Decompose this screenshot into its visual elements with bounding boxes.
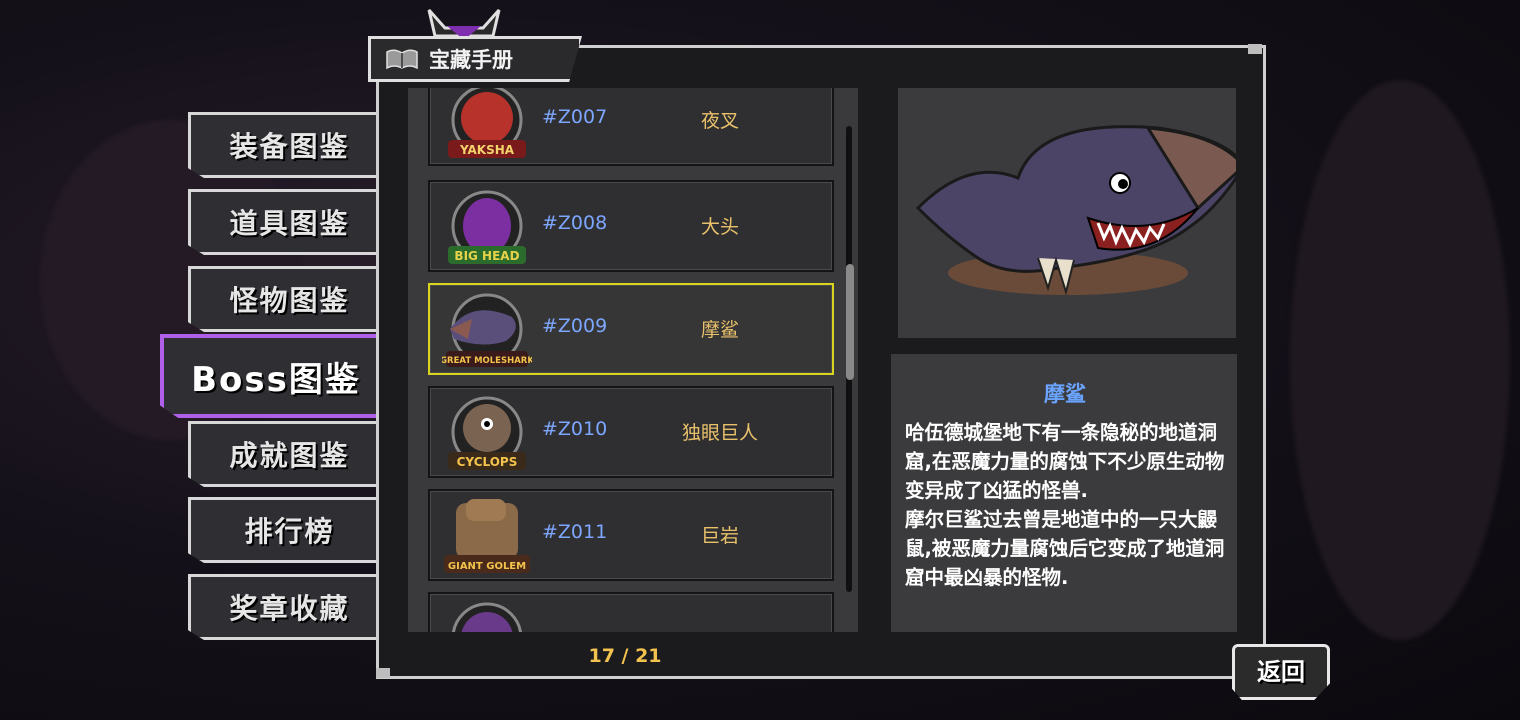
great-moleshark-illustration-icon: [915, 125, 1247, 296]
boss-code: #Z011: [542, 521, 608, 543]
boss-detail-name: 摩鲨: [1044, 382, 1086, 406]
panel-title-tab: 宝藏手册: [368, 36, 582, 82]
panel-corner-bolt: [376, 668, 390, 678]
svg-text:BIG HEAD: BIG HEAD: [454, 249, 519, 263]
description-paragraph: 摩尔巨鲨过去曾是地道中的一只大鼹鼠,被恶魔力量腐蚀后它变成了地道洞窟中最凶暴的怪…: [905, 508, 1225, 589]
list-item[interactable]: GIANT GOLEM #Z011 巨岩: [428, 489, 834, 581]
list-item[interactable]: BIG HEAD #Z008 大头: [428, 180, 834, 272]
svg-text:GREAT MOLESHARK: GREAT MOLESHARK: [442, 356, 532, 366]
tab-equipment-codex[interactable]: 装备图鉴: [188, 112, 388, 178]
boss-code: #Z009: [542, 315, 608, 337]
back-button-label: 返回: [1257, 657, 1305, 686]
boss-list[interactable]: YAKSHA #Z007 夜叉 BIG HEAD #Z008 大头 GREAT …: [408, 88, 858, 632]
description-paragraph: 哈伍德城堡地下有一条隐秘的地道洞窟,在恶魔力量的腐蚀下不少原生动物变异成了凶猛的…: [905, 421, 1225, 502]
list-item[interactable]: [428, 592, 834, 632]
list-scrollbar-thumb[interactable]: [846, 264, 854, 380]
open-book-icon: [386, 49, 418, 70]
panel-title: 宝藏手册: [429, 48, 513, 72]
tab-achievement-codex[interactable]: 成就图鉴: [188, 421, 388, 487]
cyclops-portrait-icon: CYCLOPS: [448, 396, 526, 470]
boss-preview: [898, 88, 1247, 338]
tab-medal-collection[interactable]: 奖章收藏: [188, 574, 388, 640]
tab-monster-codex[interactable]: 怪物图鉴: [188, 266, 388, 332]
boss-description-panel: 摩鲨 哈伍德城堡地下有一条隐秘的地道洞窟,在恶魔力量的腐蚀下不少原生动物变异成了…: [891, 354, 1237, 632]
boss-code: #Z010: [542, 418, 608, 440]
svg-text:CYCLOPS: CYCLOPS: [457, 455, 518, 469]
panel-corner-bolt: [1248, 44, 1262, 54]
tab-item-codex[interactable]: 道具图鉴: [188, 189, 388, 255]
boss-description: 哈伍德城堡地下有一条隐秘的地道洞窟,在恶魔力量的腐蚀下不少原生动物变异成了凶猛的…: [905, 418, 1225, 592]
big-head-portrait-icon: BIG HEAD: [448, 190, 526, 264]
list-item[interactable]: CYCLOPS #Z010 独眼巨人: [428, 386, 834, 478]
boss-name: 巨岩: [700, 525, 739, 547]
boss-name: 独眼巨人: [681, 422, 758, 444]
list-item-selected[interactable]: GREAT MOLESHARK #Z009 摩鲨: [428, 283, 834, 375]
boss-name: 大头: [700, 216, 739, 238]
great-moleshark-portrait-icon: GREAT MOLESHARK: [442, 293, 532, 367]
yaksha-portrait-icon: YAKSHA: [448, 88, 526, 158]
boss-code: #Z008: [542, 212, 608, 234]
back-button[interactable]: 返回: [1232, 644, 1330, 700]
next-boss-portrait-icon: [452, 602, 522, 632]
giant-golem-portrait-icon: GIANT GOLEM: [444, 499, 530, 573]
svg-text:YAKSHA: YAKSHA: [459, 143, 515, 157]
list-item[interactable]: YAKSHA #Z007 夜叉: [428, 88, 834, 166]
svg-text:GIANT GOLEM: GIANT GOLEM: [448, 561, 526, 572]
tab-boss-codex[interactable]: Boss图鉴: [160, 334, 388, 418]
tab-leaderboard[interactable]: 排行榜: [188, 497, 388, 563]
boss-name: 摩鲨: [700, 319, 739, 341]
boss-code: #Z007: [542, 106, 608, 128]
page-counter: 17 / 21: [588, 645, 662, 667]
background-shape: [1290, 80, 1510, 640]
boss-name: 夜叉: [700, 110, 739, 132]
